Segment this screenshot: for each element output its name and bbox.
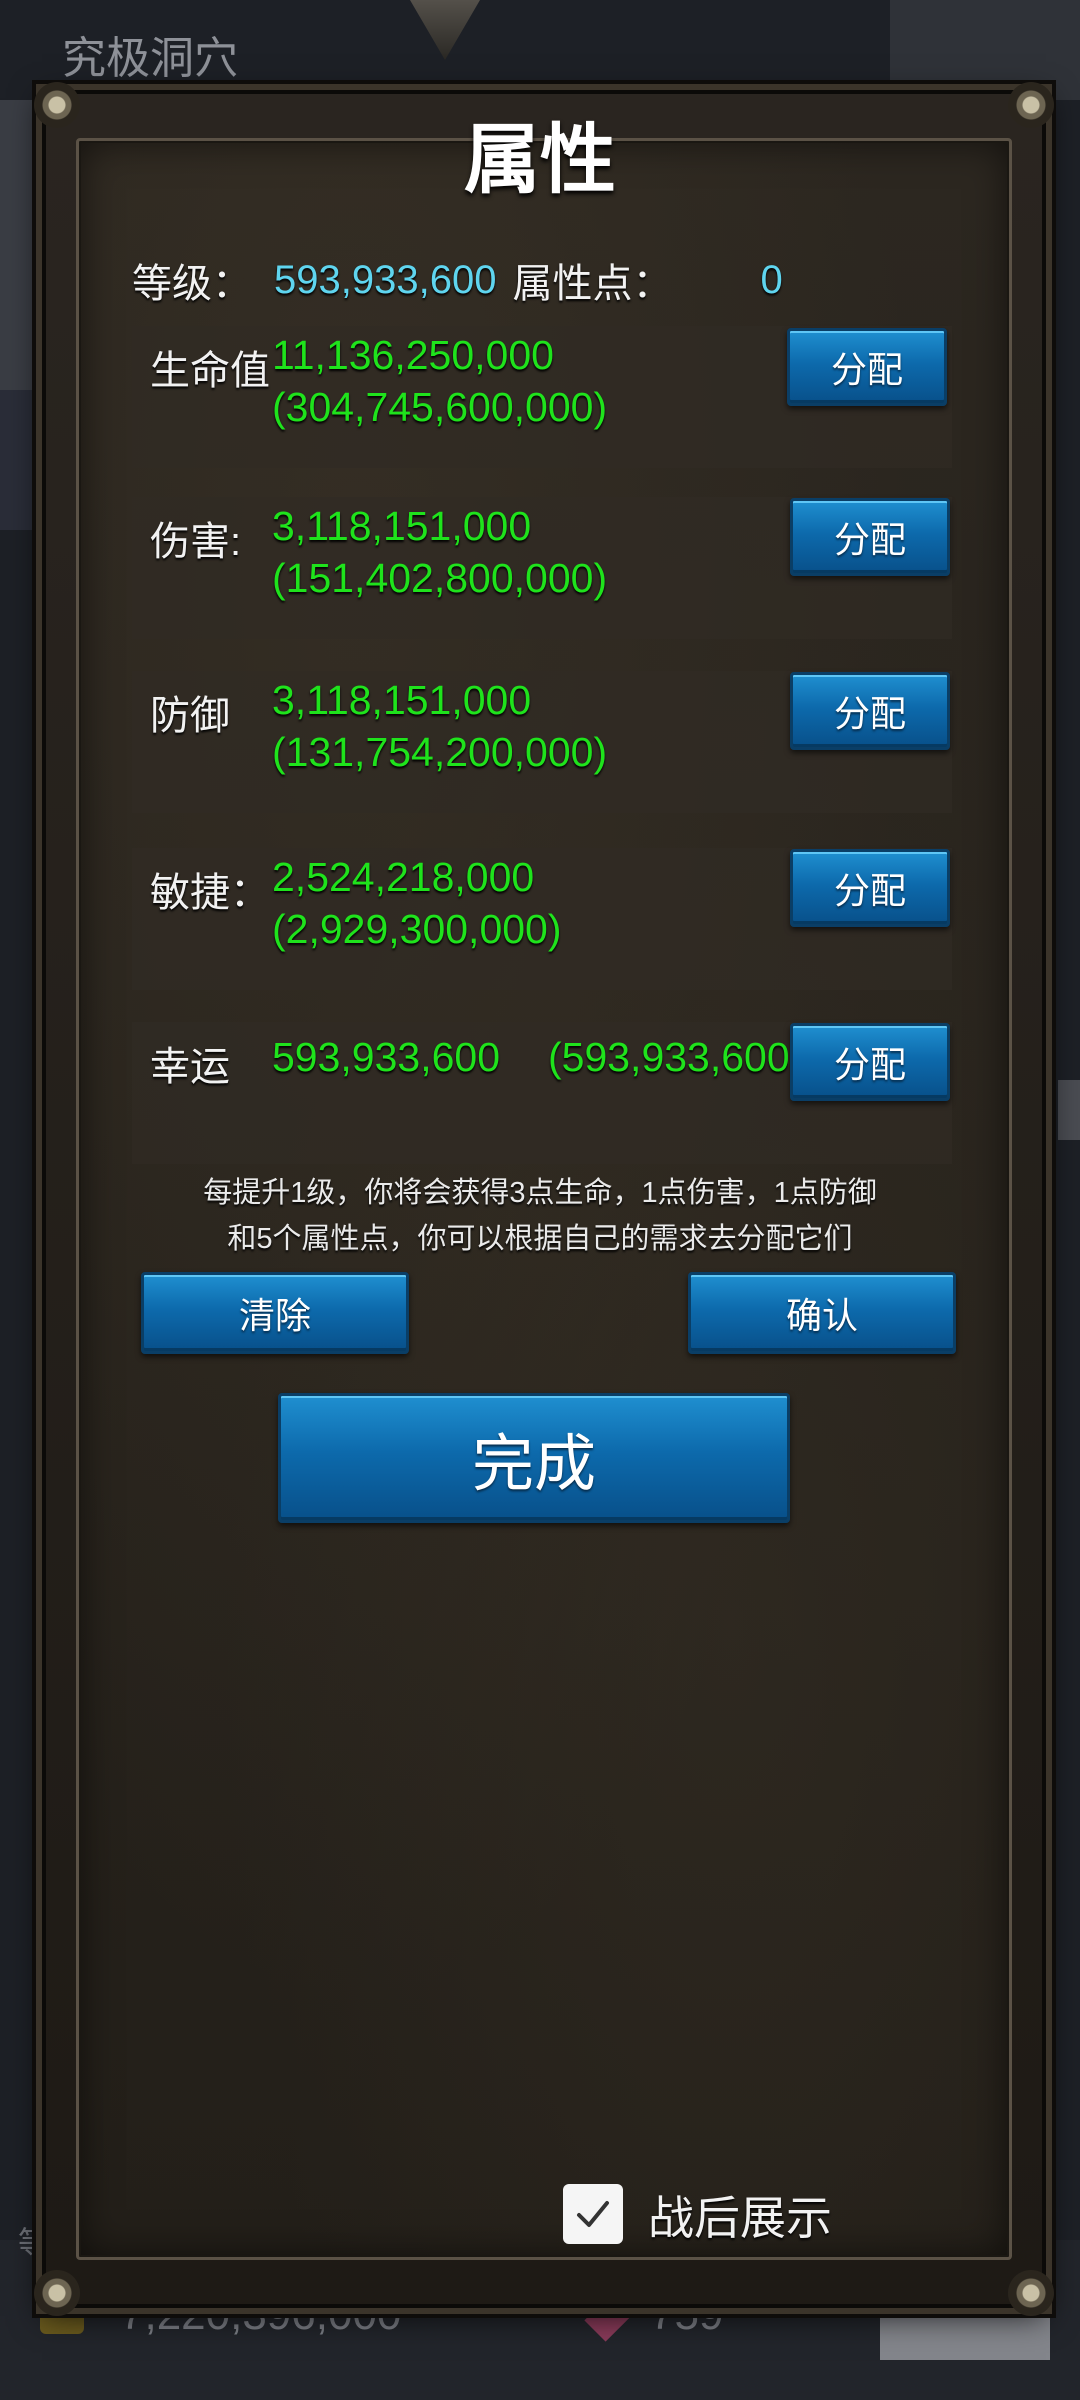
allocate-luck-button[interactable]: 分配 bbox=[790, 1023, 950, 1101]
info-line: 和5个属性点，你可以根据自己的需求去分配它们 bbox=[227, 1223, 853, 1255]
level-up-info: 每提升1级，你将会获得3点生命，1点伤害，1点防御 和5个属性点，你可以根据自己… bbox=[120, 1170, 960, 1262]
allocate-defense-button[interactable]: 分配 bbox=[790, 672, 950, 750]
attribute-points-value: 0 bbox=[760, 257, 783, 302]
show-after-battle-label: 战后展示 bbox=[648, 2192, 832, 2244]
stat-label: 生命值 bbox=[150, 349, 270, 393]
clear-button[interactable]: 清除 bbox=[141, 1272, 409, 1354]
stat-bonus: (2,929,300,000) bbox=[272, 906, 562, 952]
level-row: 等级： 593,933,600 属性点： 0 bbox=[132, 250, 783, 310]
stat-value: 593,933,600 bbox=[272, 1034, 501, 1080]
stat-value: 11,136,250,000 bbox=[272, 332, 554, 378]
stat-bonus: (131,754,200,000) bbox=[272, 729, 608, 775]
checkmark-icon bbox=[577, 2201, 609, 2227]
stat-bonus: (593,933,600) bbox=[548, 1034, 788, 1080]
done-button[interactable]: 完成 bbox=[278, 1393, 790, 1523]
background-wall bbox=[890, 0, 1080, 100]
background-wall bbox=[0, 390, 45, 530]
stat-label: 伤害: bbox=[150, 520, 242, 564]
stat-bonus-clip: (593,933,600) bbox=[548, 1034, 788, 1088]
confirm-button[interactable]: 确认 bbox=[688, 1272, 956, 1354]
spike-decoration bbox=[410, 0, 480, 60]
stat-label: 敏捷： bbox=[150, 871, 270, 915]
stat-bonus: (304,745,600,000) bbox=[272, 384, 608, 430]
panel-title: 属性 bbox=[464, 118, 616, 203]
background-wall bbox=[1058, 1080, 1080, 1140]
area-title: 究极洞穴 bbox=[62, 34, 238, 83]
allocate-hp-button[interactable]: 分配 bbox=[787, 328, 947, 406]
frame-rivet-icon bbox=[1008, 2270, 1054, 2316]
stat-value: 2,524,218,000 bbox=[272, 854, 535, 900]
allocate-agility-button[interactable]: 分配 bbox=[790, 849, 950, 927]
level-label: 等级： bbox=[132, 262, 252, 306]
stat-value: 3,118,151,000 bbox=[272, 503, 532, 549]
frame-rivet-icon bbox=[34, 2270, 80, 2316]
stat-label: 防御 bbox=[150, 694, 230, 738]
stat-bonus: (151,402,800,000) bbox=[272, 555, 608, 601]
allocate-damage-button[interactable]: 分配 bbox=[790, 498, 950, 576]
stat-value: 3,118,151,000 bbox=[272, 677, 532, 723]
level-value: 593,933,600 bbox=[274, 257, 497, 302]
info-line: 每提升1级，你将会获得3点生命，1点伤害，1点防御 bbox=[203, 1177, 877, 1209]
game-screen: 究极洞穴 等 7,220,396,000 759 属性 等级： 593,933,… bbox=[0, 0, 1080, 2400]
stat-label: 幸运 bbox=[150, 1045, 230, 1089]
attribute-points-label: 属性点： bbox=[512, 262, 673, 306]
show-after-battle-checkbox[interactable] bbox=[563, 2184, 623, 2244]
